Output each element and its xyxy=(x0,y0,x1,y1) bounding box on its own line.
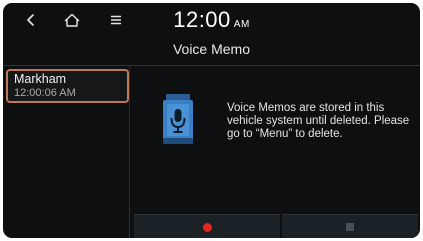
playback-controls xyxy=(130,214,420,238)
clock-time: 12:00 xyxy=(173,7,231,32)
memo-list-item[interactable]: Markham 12:00:06 AM xyxy=(6,69,129,103)
top-bar: 12:00 AM xyxy=(3,3,420,37)
memo-name: Markham xyxy=(14,72,67,86)
record-icon xyxy=(202,222,212,232)
memo-list: Markham 12:00:06 AM xyxy=(3,66,129,238)
page-title: Voice Memo xyxy=(172,41,251,57)
storage-info-message: Voice Memos are stored in this vehicle s… xyxy=(227,102,410,140)
stop-icon xyxy=(346,223,354,231)
stop-button[interactable] xyxy=(282,214,418,238)
voice-memo-icon xyxy=(163,94,193,144)
voice-memo-screen: 12:00 AM Voice Memo Markham 12:00:06 AM V… xyxy=(3,3,420,238)
clock-ampm: AM xyxy=(233,19,250,30)
clock: 12:00 AM xyxy=(3,7,420,33)
record-button[interactable] xyxy=(134,214,280,238)
info-panel: Voice Memos are stored in this vehicle s… xyxy=(130,66,420,214)
memo-time: 12:00:06 AM xyxy=(14,87,76,99)
